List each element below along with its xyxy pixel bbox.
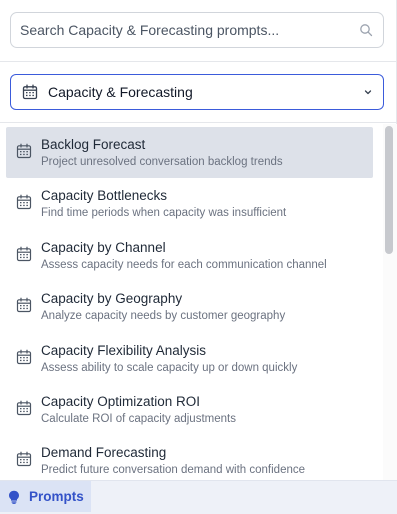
prompt-title: Capacity by Channel: [41, 240, 166, 255]
category-select[interactable]: Capacity & Forecasting: [10, 74, 384, 110]
prompt-description: Project unresolved conversation backlog …: [41, 156, 283, 168]
search-box[interactable]: [10, 12, 384, 48]
prompt-item-capacity-bottlenecks[interactable]: Capacity Bottlenecks Find time periods wh…: [6, 178, 373, 229]
prompt-item-backlog-forecast[interactable]: Backlog Forecast Project unresolved conve…: [6, 127, 373, 178]
prompt-item-capacity-by-channel[interactable]: Capacity by Channel Assess capacity needs…: [6, 230, 373, 281]
calendar-icon: [22, 84, 38, 100]
calendar-icon: [16, 349, 32, 365]
prompt-picker-panel: Capacity & Forecasting Backlog Forecast P…: [0, 0, 397, 480]
calendar-icon: [16, 400, 32, 416]
prompt-title: Capacity by Geography: [41, 291, 183, 306]
prompt-description: Calculate ROI of capacity adjustments: [41, 413, 236, 425]
prompt-description: Assess ability to scale capacity up or d…: [41, 362, 298, 374]
divider: [0, 61, 397, 62]
search-icon: [359, 23, 373, 37]
calendar-icon: [16, 143, 32, 159]
prompts-tab-button[interactable]: Prompts: [0, 481, 91, 512]
prompt-title: Capacity Bottlenecks: [41, 188, 168, 203]
prompt-title: Demand Forecasting: [41, 445, 167, 460]
prompts-tab-label: Prompts: [29, 489, 84, 504]
calendar-icon: [16, 194, 32, 210]
chevron-down-icon: [363, 87, 373, 97]
prompt-title: Capacity Optimization ROI: [41, 394, 201, 409]
prompt-description: Assess capacity needs for each communica…: [41, 259, 327, 271]
prompt-list: Backlog Forecast Project unresolved conve…: [0, 124, 383, 480]
prompt-item-capacity-flexibility-analysis[interactable]: Capacity Flexibility Analysis Assess abil…: [6, 333, 373, 384]
prompt-description: Find time periods when capacity was insu…: [41, 207, 287, 219]
category-select-value: Capacity & Forecasting: [48, 84, 193, 100]
calendar-icon: [16, 451, 32, 467]
calendar-icon: [16, 297, 32, 313]
scrollbar-thumb[interactable]: [385, 126, 393, 254]
lightbulb-icon: [8, 490, 20, 504]
prompt-item-capacity-by-geography[interactable]: Capacity by Geography Analyze capacity ne…: [6, 281, 373, 332]
calendar-icon: [16, 246, 32, 262]
prompt-description: Analyze capacity needs by customer geogr…: [41, 310, 286, 322]
prompt-title: Capacity Flexibility Analysis: [41, 343, 207, 358]
prompt-title: Backlog Forecast: [41, 137, 146, 152]
prompt-item-capacity-optimization-roi[interactable]: Capacity Optimization ROI Calculate ROI o…: [6, 384, 373, 435]
prompt-item-demand-forecasting[interactable]: Demand Forecasting Predict future convers…: [6, 435, 373, 480]
search-input[interactable]: [20, 22, 359, 38]
divider: [0, 122, 397, 123]
prompt-description: Predict future conversation demand with …: [41, 464, 306, 476]
